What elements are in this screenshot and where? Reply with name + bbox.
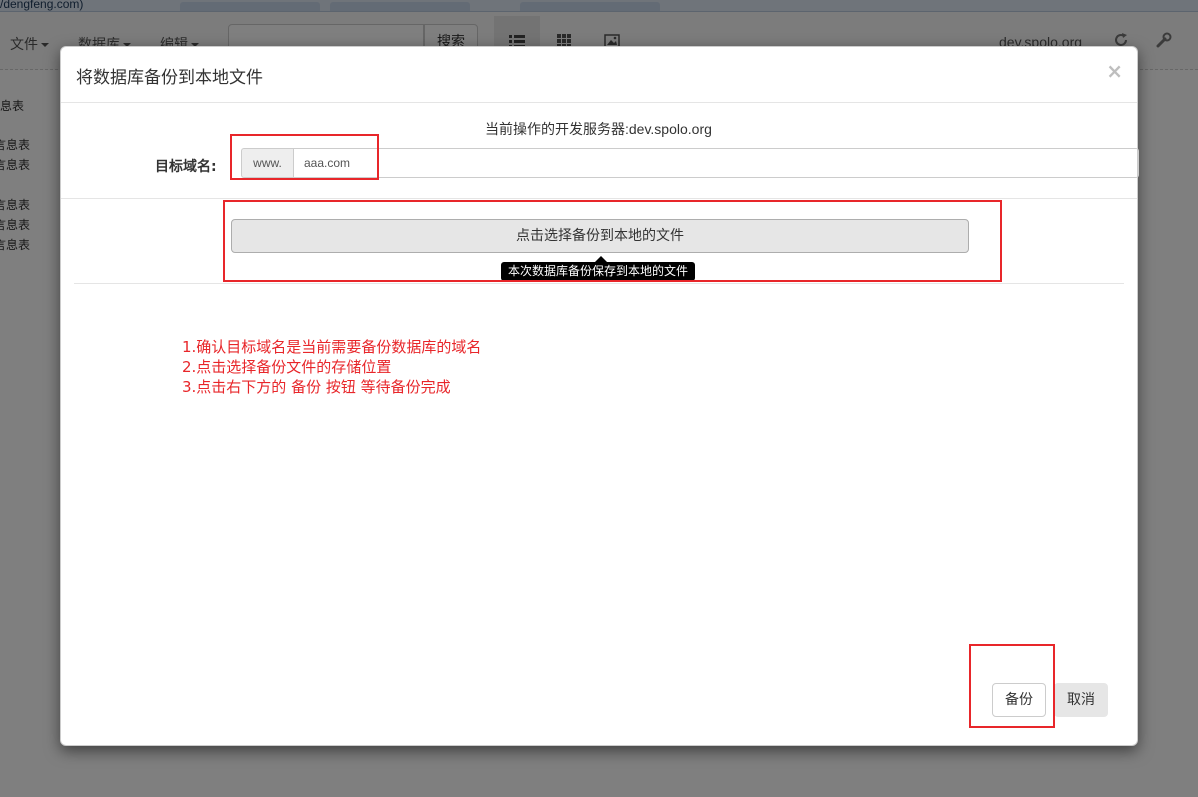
domain-label: 目标域名: [155,159,217,175]
instruction-step: 2.点击选择备份文件的存储位置 [182,358,392,376]
divider [61,198,1137,199]
instruction-step: 1.确认目标域名是当前需要备份数据库的域名 [182,338,482,356]
cancel-button[interactable]: 取消 [1054,683,1108,717]
close-icon[interactable]: × [1106,59,1123,83]
instructions: 1.确认目标域名是当前需要备份数据库的域名 2.点击选择备份文件的存储位置 3.… [182,337,481,397]
backup-modal: 将数据库备份到本地文件 × 当前操作的开发服务器:dev.spolo.org 目… [60,46,1139,746]
domain-input[interactable]: aaa.com [293,148,1139,178]
instruction-step: 3.点击右下方的 备份 按钮 等待备份完成 [182,378,451,396]
annotation-box [230,134,379,180]
annotation-box [969,644,1055,728]
annotation-box [223,200,1002,282]
modal-header: 将数据库备份到本地文件 × [61,47,1137,103]
server-info: 当前操作的开发服务器:dev.spolo.org [485,121,712,137]
modal-title: 将数据库备份到本地文件 [76,68,263,88]
divider [74,283,1124,284]
